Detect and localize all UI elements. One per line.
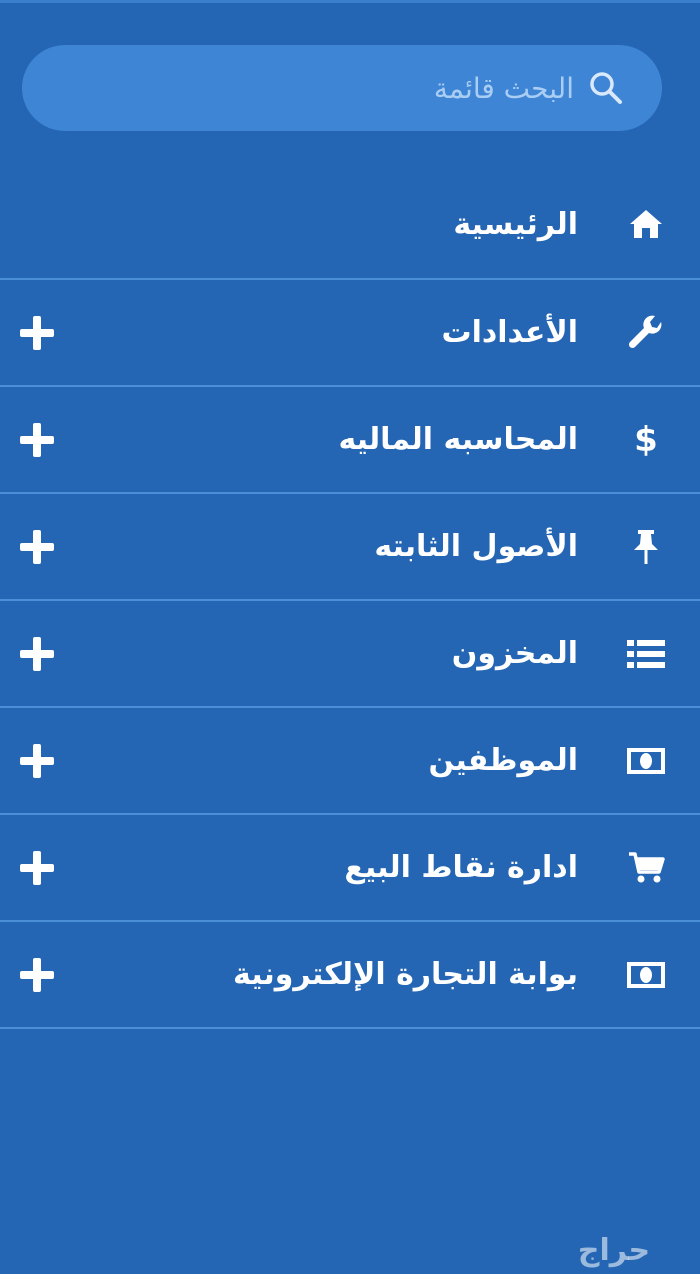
- search-bar[interactable]: [22, 45, 662, 131]
- sidebar-item-accounting[interactable]: $ المحاسبه الماليه: [0, 387, 700, 494]
- sidebar-item-label: الأصول الثابته: [374, 529, 578, 564]
- sidebar-item-label: الأعدادات: [441, 315, 578, 350]
- search-input[interactable]: [124, 58, 574, 118]
- sidebar-item-pos[interactable]: ادارة نقاط البيع: [0, 815, 700, 922]
- search-icon[interactable]: [586, 68, 626, 108]
- list-icon: [626, 634, 666, 674]
- expand-plus-icon[interactable]: [20, 743, 54, 778]
- sidebar-item-label: المخزون: [451, 636, 578, 671]
- watermark-logo: حراج: [577, 1233, 651, 1268]
- expand-plus-icon[interactable]: [20, 957, 54, 992]
- sidebar-item-ecommerce[interactable]: بوابة التجارة الإلكترونية: [0, 922, 700, 1029]
- home-icon: [626, 204, 666, 244]
- sidebar-menu: الرئيسية الأعدادات $ المحاسبه الماليه ال…: [0, 170, 700, 1029]
- sidebar-item-label: ادارة نقاط البيع: [344, 850, 578, 885]
- expand-plus-icon[interactable]: [20, 850, 54, 885]
- sidebar-item-label: بوابة التجارة الإلكترونية: [233, 957, 578, 992]
- pin-icon: [626, 527, 666, 567]
- sidebar-item-employees[interactable]: الموظفين: [0, 708, 700, 815]
- sidebar-item-label: المحاسبه الماليه: [338, 422, 578, 457]
- money-icon: [626, 741, 666, 781]
- cart-icon: [626, 848, 666, 888]
- sidebar-item-fixed-assets[interactable]: الأصول الثابته: [0, 494, 700, 601]
- expand-plus-icon[interactable]: [20, 422, 54, 457]
- sidebar-item-settings[interactable]: الأعدادات: [0, 280, 700, 387]
- top-border-line: [0, 0, 700, 3]
- expand-plus-icon[interactable]: [20, 315, 54, 350]
- expand-plus-icon[interactable]: [20, 636, 54, 671]
- sidebar-item-home[interactable]: الرئيسية: [0, 170, 700, 280]
- dollar-icon: $: [634, 419, 658, 460]
- sidebar-item-inventory[interactable]: المخزون: [0, 601, 700, 708]
- sidebar-item-label: الرئيسية: [453, 206, 578, 242]
- money-icon: [626, 955, 666, 995]
- sidebar-item-label: الموظفين: [428, 743, 578, 778]
- wrench-icon: [626, 313, 666, 353]
- expand-plus-icon[interactable]: [20, 529, 54, 564]
